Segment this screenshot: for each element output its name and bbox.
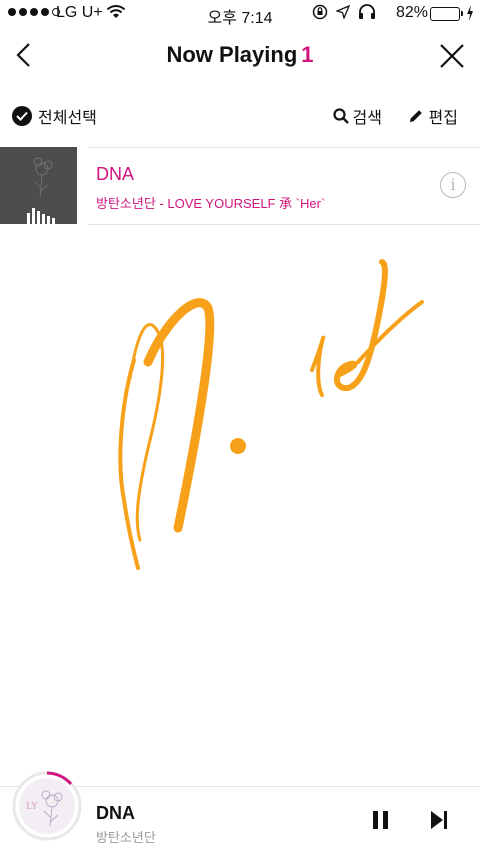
skip-next-icon	[431, 811, 447, 829]
close-icon	[440, 44, 464, 68]
search-button[interactable]: 검색	[332, 104, 382, 128]
pause-icon	[373, 811, 388, 829]
song-title: DNA	[96, 164, 135, 184]
song-artist-album: 방탄소년단 - LOVE YOURSELF 承 `Her`	[96, 196, 326, 211]
location-icon	[335, 4, 351, 24]
mini-player[interactable]: LY DNA 방탄소년단	[0, 771, 480, 854]
battery-icon	[430, 7, 463, 21]
toolbar: 전체선택 검색 편집	[0, 96, 480, 136]
album-art	[0, 147, 77, 224]
list-divider	[88, 224, 480, 225]
player-album-art[interactable]: LY	[12, 771, 82, 841]
info-icon[interactable]: i	[440, 172, 466, 198]
edit-button[interactable]: 편집	[408, 104, 458, 128]
select-all-button[interactable]: 전체선택	[12, 104, 97, 128]
playlist-count: 1	[301, 42, 314, 67]
rotation-lock-icon	[312, 4, 328, 25]
player-song-title: DNA	[96, 803, 135, 823]
close-button[interactable]	[438, 42, 466, 70]
headphones-icon	[358, 4, 376, 25]
search-label: 검색	[352, 110, 382, 127]
search-icon	[332, 108, 349, 124]
check-circle-icon	[12, 106, 32, 126]
battery-percentage: 82%	[395, 4, 428, 21]
signature-drawing	[118, 259, 424, 570]
pause-button[interactable]	[370, 809, 392, 831]
song-row[interactable]: DNA 방탄소년단 - LOVE YOURSELF 承 `Her` i	[0, 147, 480, 225]
page-title: Now Playing 1	[0, 42, 480, 68]
header: Now Playing 1	[0, 28, 480, 84]
charging-icon	[466, 5, 474, 26]
page-title-text: Now Playing	[166, 42, 298, 67]
select-all-label: 전체선택	[38, 110, 97, 127]
player-artist: 방탄소년단	[96, 830, 156, 845]
status-bar: LG U+ 오후 7:14 82%	[0, 0, 480, 28]
edit-label: 편집	[428, 110, 458, 127]
svg-text:LY: LY	[26, 802, 38, 812]
skip-next-button[interactable]	[428, 809, 450, 831]
pencil-icon	[409, 110, 422, 122]
